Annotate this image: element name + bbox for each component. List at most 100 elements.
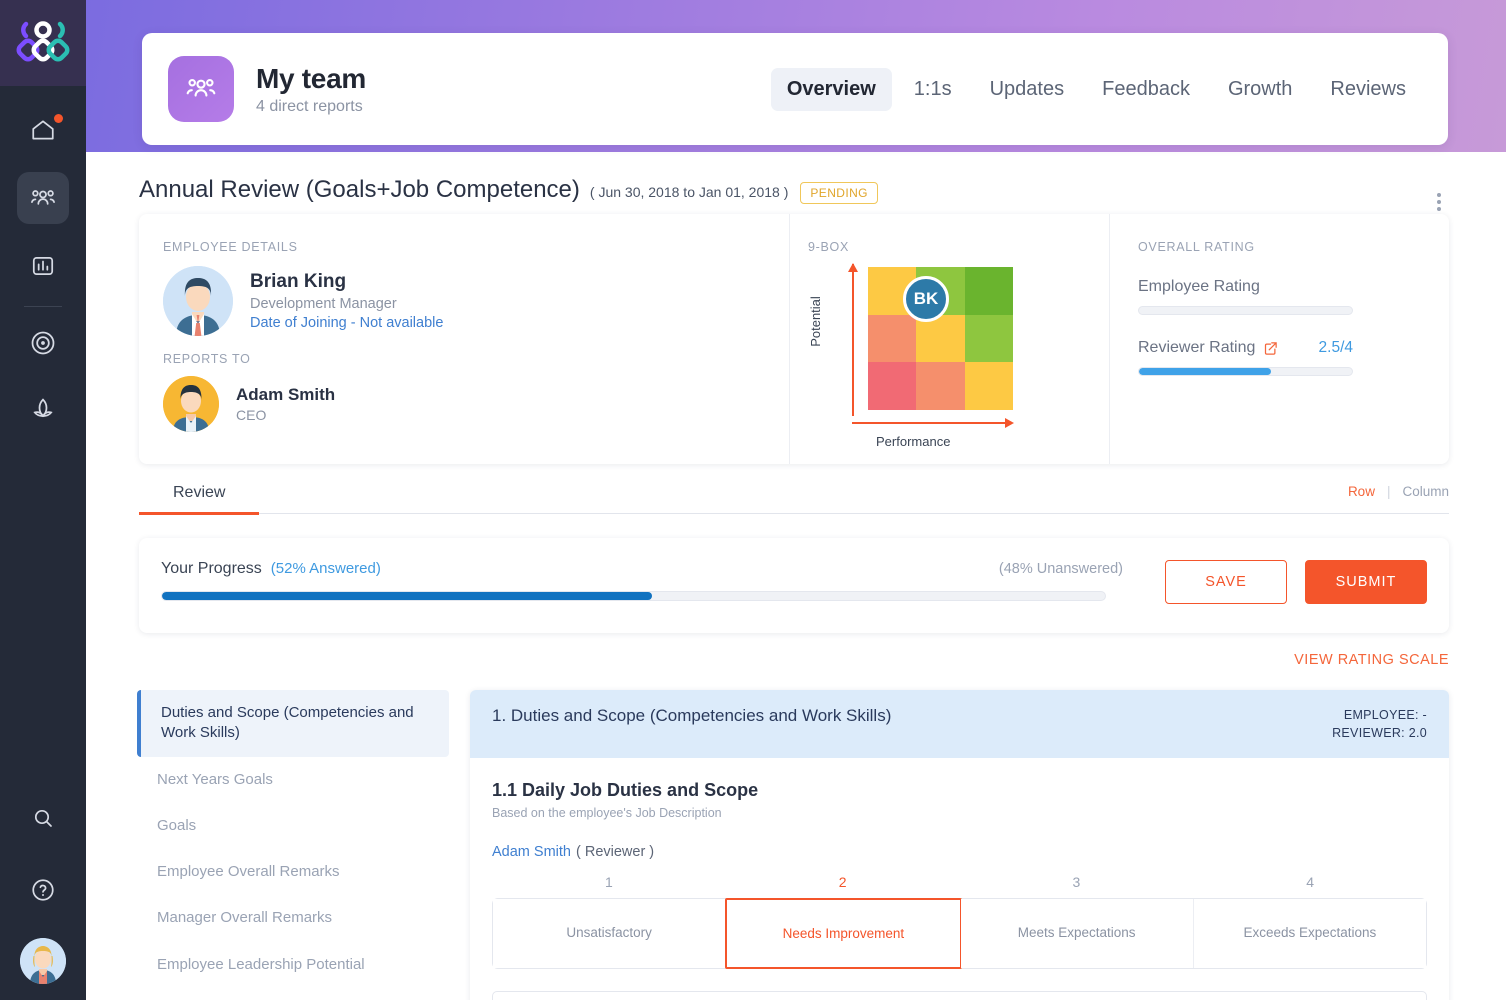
nine-box-label: 9-BOX <box>808 240 850 254</box>
sidebar-item-next-years-goals[interactable]: Next Years Goals <box>137 757 449 803</box>
search-icon[interactable] <box>17 792 69 844</box>
nav-item-goals[interactable] <box>17 317 69 369</box>
help-icon[interactable] <box>17 864 69 916</box>
edit-square-icon[interactable] <box>1263 341 1278 356</box>
notification-dot <box>54 114 63 123</box>
user-avatar[interactable] <box>20 938 66 984</box>
reviewer-name-link[interactable]: Adam Smith <box>492 844 571 860</box>
employee-rating-block: Employee Rating <box>1138 278 1353 315</box>
question-section-title: 1. Duties and Scope (Competencies and Wo… <box>492 706 892 725</box>
rating-option-needs-improvement[interactable]: Needs Improvement <box>725 898 962 970</box>
x-axis-label: Performance <box>876 434 951 449</box>
sidebar-item-manager-recommendations[interactable]: Manager Recommendations <box>137 988 449 1000</box>
potential-axis-arrow <box>848 263 858 416</box>
company-logo[interactable] <box>0 0 86 86</box>
scale-number: 1 <box>604 874 613 891</box>
employee-details-card: EMPLOYEE DETAILS Brian King Development … <box>139 214 1449 464</box>
page-subtitle: 4 direct reports <box>256 97 363 115</box>
reviewer-line: Adam Smith( Reviewer ) <box>492 844 1427 860</box>
question-body: 1.1 Daily Job Duties and Scope Based on … <box>470 758 1449 1000</box>
overall-rating-column: OVERALL RATING Employee Rating Reviewer … <box>1109 214 1449 464</box>
primary-nav-rail <box>0 0 86 1000</box>
progress-bar <box>161 591 1106 601</box>
status-badge: PENDING <box>800 182 878 204</box>
progress-card: Your Progress (52% Answered) (48% Unansw… <box>139 538 1449 633</box>
overall-rating-label: OVERALL RATING <box>1138 240 1255 254</box>
team-icon <box>168 56 234 122</box>
rating-option-exceeds-expectations[interactable]: Exceeds Expectations <box>1193 899 1426 969</box>
sidebar-item-employee-leadership-potential[interactable]: Employee Leadership Potential <box>137 942 449 988</box>
nav-item-my-team[interactable] <box>17 172 69 224</box>
question-scores: EMPLOYEE: - REVIEWER: 2.0 <box>1332 706 1427 742</box>
reviewer-role-label: ( Reviewer ) <box>575 844 655 861</box>
nine-box-column: 9-BOX Potential Performance BK <box>789 214 1109 464</box>
row-column-toggle: Row | Column <box>1348 478 1449 499</box>
progress-bar-fill <box>162 592 653 600</box>
scale-number: 4 <box>1306 874 1315 891</box>
employee-name: Brian King <box>250 271 347 292</box>
question-panel-header: 1. Duties and Scope (Competencies and Wo… <box>470 690 1449 759</box>
progress-answered: (52% Answered) <box>270 560 381 577</box>
nine-box-cell <box>868 362 917 410</box>
tab-updates[interactable]: Updates <box>974 68 1081 111</box>
kebab-menu-icon[interactable] <box>1429 189 1449 215</box>
sidebar-item-goals[interactable]: Goals <box>137 803 449 849</box>
employee-avatar <box>163 266 233 336</box>
review-title: Annual Review (Goals+Job Competence) <box>139 176 580 203</box>
submit-button[interactable]: SUBMIT <box>1305 560 1427 604</box>
scale-number-selected: 2 <box>838 874 847 891</box>
nine-box-cell <box>916 362 965 410</box>
nine-box-cell <box>868 314 917 363</box>
save-button[interactable]: SAVE <box>1165 560 1287 604</box>
reports-to-label: REPORTS TO <box>163 352 251 366</box>
employee-position-bubble[interactable]: BK <box>903 276 949 322</box>
sidebar-item-duties-and-scope[interactable]: Duties and Scope (Competencies and Work … <box>137 690 449 757</box>
rating-option-meets-expectations[interactable]: Meets Expectations <box>960 899 1194 969</box>
employee-rating-head: Employee Rating <box>1138 278 1353 296</box>
employee-details-label: EMPLOYEE DETAILS <box>163 240 298 254</box>
manager-role: CEO <box>236 407 267 423</box>
manager-row: Adam Smith CEO <box>163 376 789 432</box>
employee-role: Development Manager <box>250 296 397 312</box>
view-rating-scale-link[interactable]: VIEW RATING SCALE <box>0 652 1449 668</box>
y-axis-label: Potential <box>807 296 823 347</box>
reviewer-rating-value: 2.5/4 <box>1318 339 1353 356</box>
review-title-row: Annual Review (Goals+Job Competence) ( J… <box>139 176 1449 215</box>
reviewer-rating-fill <box>1139 368 1272 375</box>
rail-divider <box>24 306 62 307</box>
header-tabs: Overview 1:1s Updates Feedback Growth Re… <box>770 67 1422 111</box>
tab-review[interactable]: Review <box>139 478 260 515</box>
manager-name: Adam Smith <box>236 385 336 404</box>
employee-score: EMPLOYEE: - <box>1343 708 1427 722</box>
tab-reviews[interactable]: Reviews <box>1314 68 1422 111</box>
employee-row: Brian King Development Manager Date of J… <box>163 266 789 336</box>
toggle-row[interactable]: Row <box>1348 484 1375 499</box>
page-header: My team 4 direct reports Overview 1:1s U… <box>142 33 1448 145</box>
reviewer-rating-label: Reviewer Rating <box>1138 339 1256 356</box>
nine-box-cell <box>964 314 1013 363</box>
nav-item-analytics[interactable] <box>17 240 69 292</box>
reviewer-rating-block: Reviewer Rating 2.5/4 <box>1138 339 1353 376</box>
question-title: 1.1 Daily Job Duties and Scope <box>492 780 759 801</box>
reviewer-rating-bar <box>1138 367 1353 376</box>
progress-label: Your Progress <box>161 560 262 577</box>
reviewer-rating-head: Reviewer Rating 2.5/4 <box>1138 339 1353 357</box>
tab-overview[interactable]: Overview <box>770 67 892 111</box>
nine-box-chart: Potential Performance BK <box>808 262 1088 452</box>
toggle-column[interactable]: Column <box>1402 484 1449 499</box>
tab-feedback[interactable]: Feedback <box>1086 68 1206 111</box>
rating-option-unsatisfactory[interactable]: Unsatisfactory <box>493 899 727 969</box>
comment-input[interactable]: Add a comment <box>492 991 1427 1000</box>
employee-column: EMPLOYEE DETAILS Brian King Development … <box>139 214 789 464</box>
nav-item-growth[interactable] <box>17 383 69 435</box>
employee-rating-bar <box>1138 306 1353 315</box>
tab-growth[interactable]: Growth <box>1212 68 1308 111</box>
nav-item-home[interactable] <box>17 104 69 156</box>
question-subtitle: Based on the employee's Job Description <box>492 806 722 821</box>
tab-1-1s[interactable]: 1:1s <box>898 68 968 111</box>
sidebar-item-manager-overall-remarks[interactable]: Manager Overall Remarks <box>137 895 449 941</box>
nine-box-cell <box>964 362 1013 410</box>
employee-rating-label: Employee Rating <box>1138 278 1260 295</box>
review-tabstrip: Review Row | Column <box>139 478 1449 515</box>
sidebar-item-employee-overall-remarks[interactable]: Employee Overall Remarks <box>137 849 449 895</box>
